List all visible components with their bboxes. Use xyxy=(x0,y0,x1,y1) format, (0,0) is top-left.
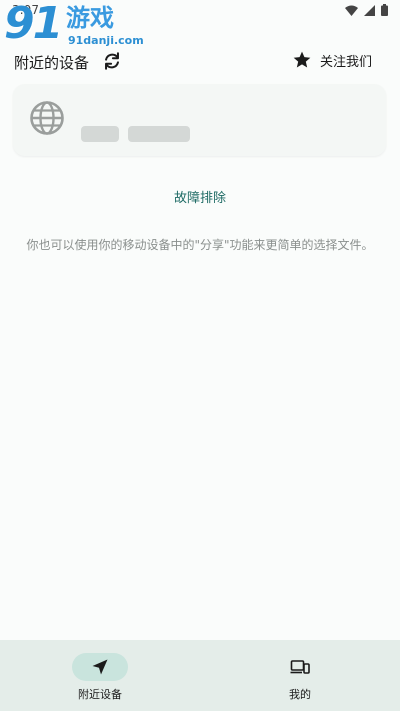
globe-icon xyxy=(30,101,64,135)
watermark-name: 游戏 xyxy=(66,4,114,32)
watermark-url: 91danji.com xyxy=(68,34,144,47)
device-name-placeholder xyxy=(81,126,119,142)
device-info-placeholder xyxy=(128,126,190,142)
follow-us-button[interactable]: 关注我们 xyxy=(292,50,372,70)
troubleshoot-button[interactable]: 故障排除 xyxy=(0,187,400,206)
header: 附近的设备 关注我们 xyxy=(0,48,400,76)
device-card[interactable] xyxy=(13,84,386,156)
signal-icon xyxy=(364,4,375,16)
send-icon xyxy=(92,659,108,675)
nav-label-nearby: 附近设备 xyxy=(78,688,122,701)
devices-icon xyxy=(290,660,310,674)
nav-tab-nearby[interactable]: 附近设备 xyxy=(0,640,200,711)
follow-us-label: 关注我们 xyxy=(319,54,372,70)
status-icons xyxy=(345,4,388,16)
refresh-icon[interactable] xyxy=(101,50,123,72)
star-icon xyxy=(293,51,311,68)
bottom-nav: 附近设备 我的 xyxy=(0,640,400,711)
watermark-number: 91 xyxy=(4,0,63,49)
nav-label-mine: 我的 xyxy=(289,688,311,701)
share-hint-text: 你也可以使用你的移动设备中的"分享"功能来更简单的选择文件。 xyxy=(26,238,374,252)
battery-icon xyxy=(381,4,388,16)
wifi-icon xyxy=(345,5,358,16)
page-title: 附近的设备 xyxy=(14,54,90,72)
nav-tab-mine[interactable]: 我的 xyxy=(200,640,400,711)
